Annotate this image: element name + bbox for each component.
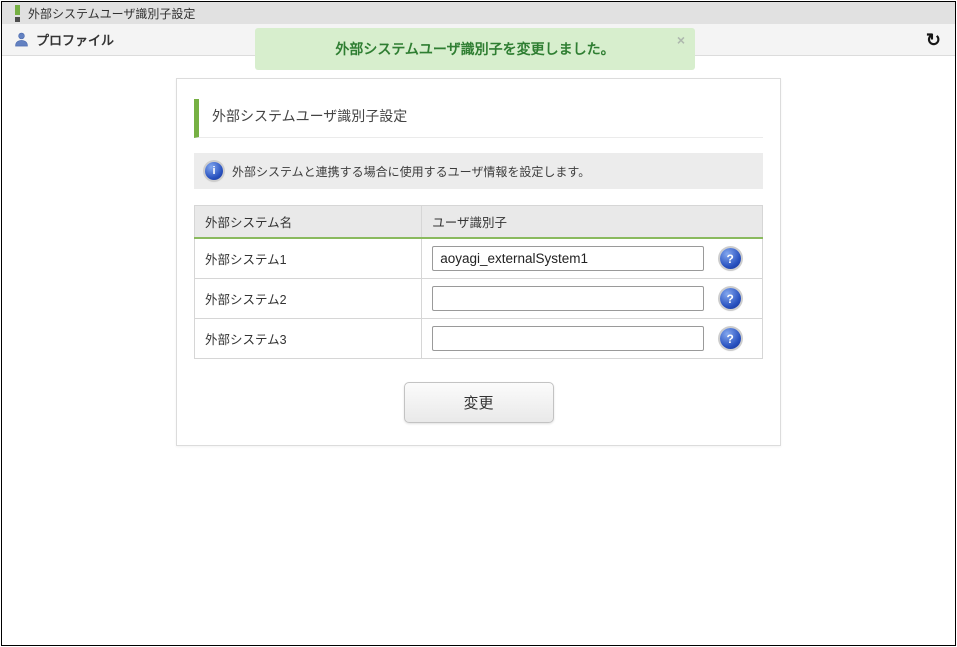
table-header-row: 外部システム名 ユーザ識別子 bbox=[193, 205, 763, 239]
exclamation-icon bbox=[15, 4, 20, 22]
column-header-identifier: ユーザ識別子 bbox=[421, 205, 763, 239]
info-text: 外部システムと連携する場合に使用するユーザ情報を設定します。 bbox=[232, 164, 591, 179]
system-name-cell: 外部システム3 bbox=[193, 318, 423, 359]
help-icon[interactable]: ? bbox=[719, 288, 741, 309]
system-name-cell: 外部システム1 bbox=[193, 237, 423, 279]
table-row: 外部システム3 ? bbox=[193, 318, 763, 359]
identifier-input-1[interactable] bbox=[432, 246, 705, 271]
system-name-cell: 外部システム2 bbox=[193, 278, 423, 319]
identifier-input-3[interactable] bbox=[432, 326, 705, 351]
page-title-bar: 外部システムユーザ識別子設定 bbox=[2, 2, 955, 24]
change-button[interactable]: 変更 bbox=[403, 382, 554, 423]
person-icon bbox=[15, 32, 28, 47]
settings-card: 外部システムユーザ識別子設定 i 外部システムと連携する場合に使用するユーザ情報… bbox=[176, 78, 781, 446]
help-icon[interactable]: ? bbox=[719, 328, 741, 349]
external-systems-table: 外部システム名 ユーザ識別子 外部システム1 ? 外部システム2 ? bbox=[193, 205, 763, 359]
profile-label: プロファイル bbox=[36, 33, 115, 48]
page-title: 外部システムユーザ識別子設定 bbox=[28, 6, 196, 21]
identifier-input-2[interactable] bbox=[432, 286, 705, 311]
toast-notification: 外部システムユーザ識別子を変更しました。 × bbox=[255, 28, 695, 70]
info-box: i 外部システムと連携する場合に使用するユーザ情報を設定します。 bbox=[194, 153, 763, 189]
table-row: 外部システム2 ? bbox=[193, 278, 763, 319]
identifier-cell: ? bbox=[421, 278, 763, 319]
card-title: 外部システムユーザ識別子設定 bbox=[194, 99, 763, 138]
toast-message: 外部システムユーザ識別子を変更しました。 bbox=[335, 41, 615, 57]
identifier-cell: ? bbox=[421, 318, 763, 359]
button-row: 変更 bbox=[194, 382, 763, 423]
info-icon: i bbox=[205, 162, 223, 180]
identifier-cell: ? bbox=[421, 237, 763, 279]
app-window: 外部システムユーザ識別子設定 プロファイル ↻ 外部システムユーザ識別子を変更し… bbox=[1, 1, 956, 646]
close-icon[interactable]: × bbox=[677, 33, 685, 47]
column-header-system-name: 外部システム名 bbox=[193, 205, 423, 239]
refresh-icon[interactable]: ↻ bbox=[926, 31, 941, 49]
table-row: 外部システム1 ? bbox=[193, 237, 763, 279]
help-icon[interactable]: ? bbox=[719, 248, 741, 269]
